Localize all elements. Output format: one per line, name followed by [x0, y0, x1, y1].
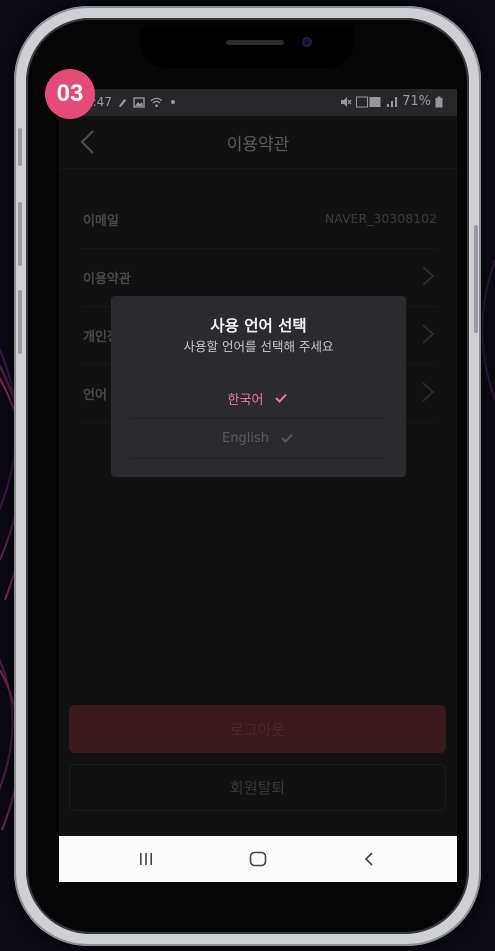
phone-speaker: [226, 40, 284, 45]
nav-back-button[interactable]: [349, 845, 389, 873]
phone-side-button: [18, 128, 22, 166]
home-button[interactable]: [238, 845, 278, 873]
language-option-korean[interactable]: 한국어: [129, 378, 386, 419]
option-label: English: [222, 430, 269, 446]
language-select-dialog: 사용 언어 선택 사용할 언어를 선택해 주세요 한국어 English: [111, 296, 406, 477]
phone-side-button: [18, 202, 22, 266]
phone-notch: [140, 26, 354, 68]
dialog-subtitle: 사용할 언어를 선택해 주세요: [183, 339, 334, 354]
dialog-title: 사용 언어 선택: [210, 317, 307, 335]
language-option-english[interactable]: English: [129, 418, 386, 459]
step-badge: 03: [45, 69, 95, 119]
phone-camera: [302, 37, 312, 47]
back-icon: [364, 852, 373, 866]
recent-apps-button[interactable]: [126, 845, 166, 873]
check-icon: [281, 433, 293, 443]
home-icon: [249, 851, 267, 867]
system-nav-bar: [59, 836, 457, 882]
app-screen: 4:47 71% 이용약관 이메일 NAVER_30308102 이용약관 개인…: [59, 89, 457, 882]
phone-side-button: [474, 225, 478, 333]
check-icon: [275, 393, 288, 403]
recent-apps-icon: [140, 853, 152, 865]
phone-side-button: [18, 290, 22, 354]
option-label: 한국어: [227, 392, 264, 408]
